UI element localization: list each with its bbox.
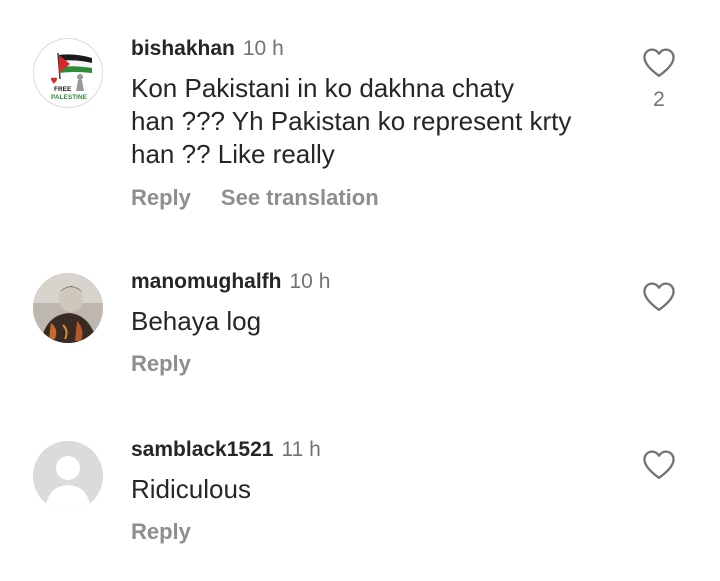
- avatar-text-line: FREE: [54, 86, 72, 93]
- comment-text-line: han ?? Like really: [131, 139, 335, 169]
- comment-text-line: han ??? Yh Pakistan ko represent krty: [131, 106, 572, 136]
- avatar-text-line: PALESTINE: [51, 94, 88, 101]
- avatar[interactable]: FREE PALESTINE: [33, 38, 103, 108]
- timestamp: 11 h: [281, 438, 321, 461]
- comment-meta: samblack1521 11 h: [131, 438, 601, 462]
- comment-text-line: Kon Pakistani in ko dakhna chaty: [131, 73, 515, 103]
- username[interactable]: bishakhan: [131, 37, 235, 60]
- timestamp: 10 h: [289, 270, 331, 293]
- default-user-icon: [33, 441, 103, 511]
- comment-meta: manomughalfh 10 h: [131, 270, 601, 294]
- username[interactable]: samblack1521: [131, 438, 273, 461]
- heart-icon[interactable]: [641, 46, 677, 78]
- comment-meta: bishakhan 10 h: [131, 37, 601, 61]
- palestine-flag-icon: FREE PALESTINE: [51, 52, 92, 101]
- comment-text-line: Behaya log: [131, 306, 262, 336]
- comment-text: Ridiculous: [131, 473, 601, 506]
- profile-photo: [33, 273, 103, 343]
- username[interactable]: manomughalfh: [131, 270, 282, 293]
- heart-icon[interactable]: [641, 280, 677, 312]
- timestamp: 10 h: [242, 37, 284, 60]
- reply-button[interactable]: Reply: [131, 519, 191, 544]
- comment-text-line: Ridiculous: [131, 474, 251, 504]
- like-count: 2: [653, 88, 665, 111]
- avatar[interactable]: [33, 441, 103, 511]
- comment-text: Kon Pakistani in ko dakhna chaty han ???…: [131, 72, 601, 171]
- see-translation-button[interactable]: See translation: [221, 185, 379, 210]
- heart-icon[interactable]: [641, 448, 677, 480]
- reply-button[interactable]: Reply: [131, 185, 191, 210]
- reply-button[interactable]: Reply: [131, 351, 191, 376]
- avatar[interactable]: [33, 273, 103, 343]
- comment-text: Behaya log: [131, 305, 601, 338]
